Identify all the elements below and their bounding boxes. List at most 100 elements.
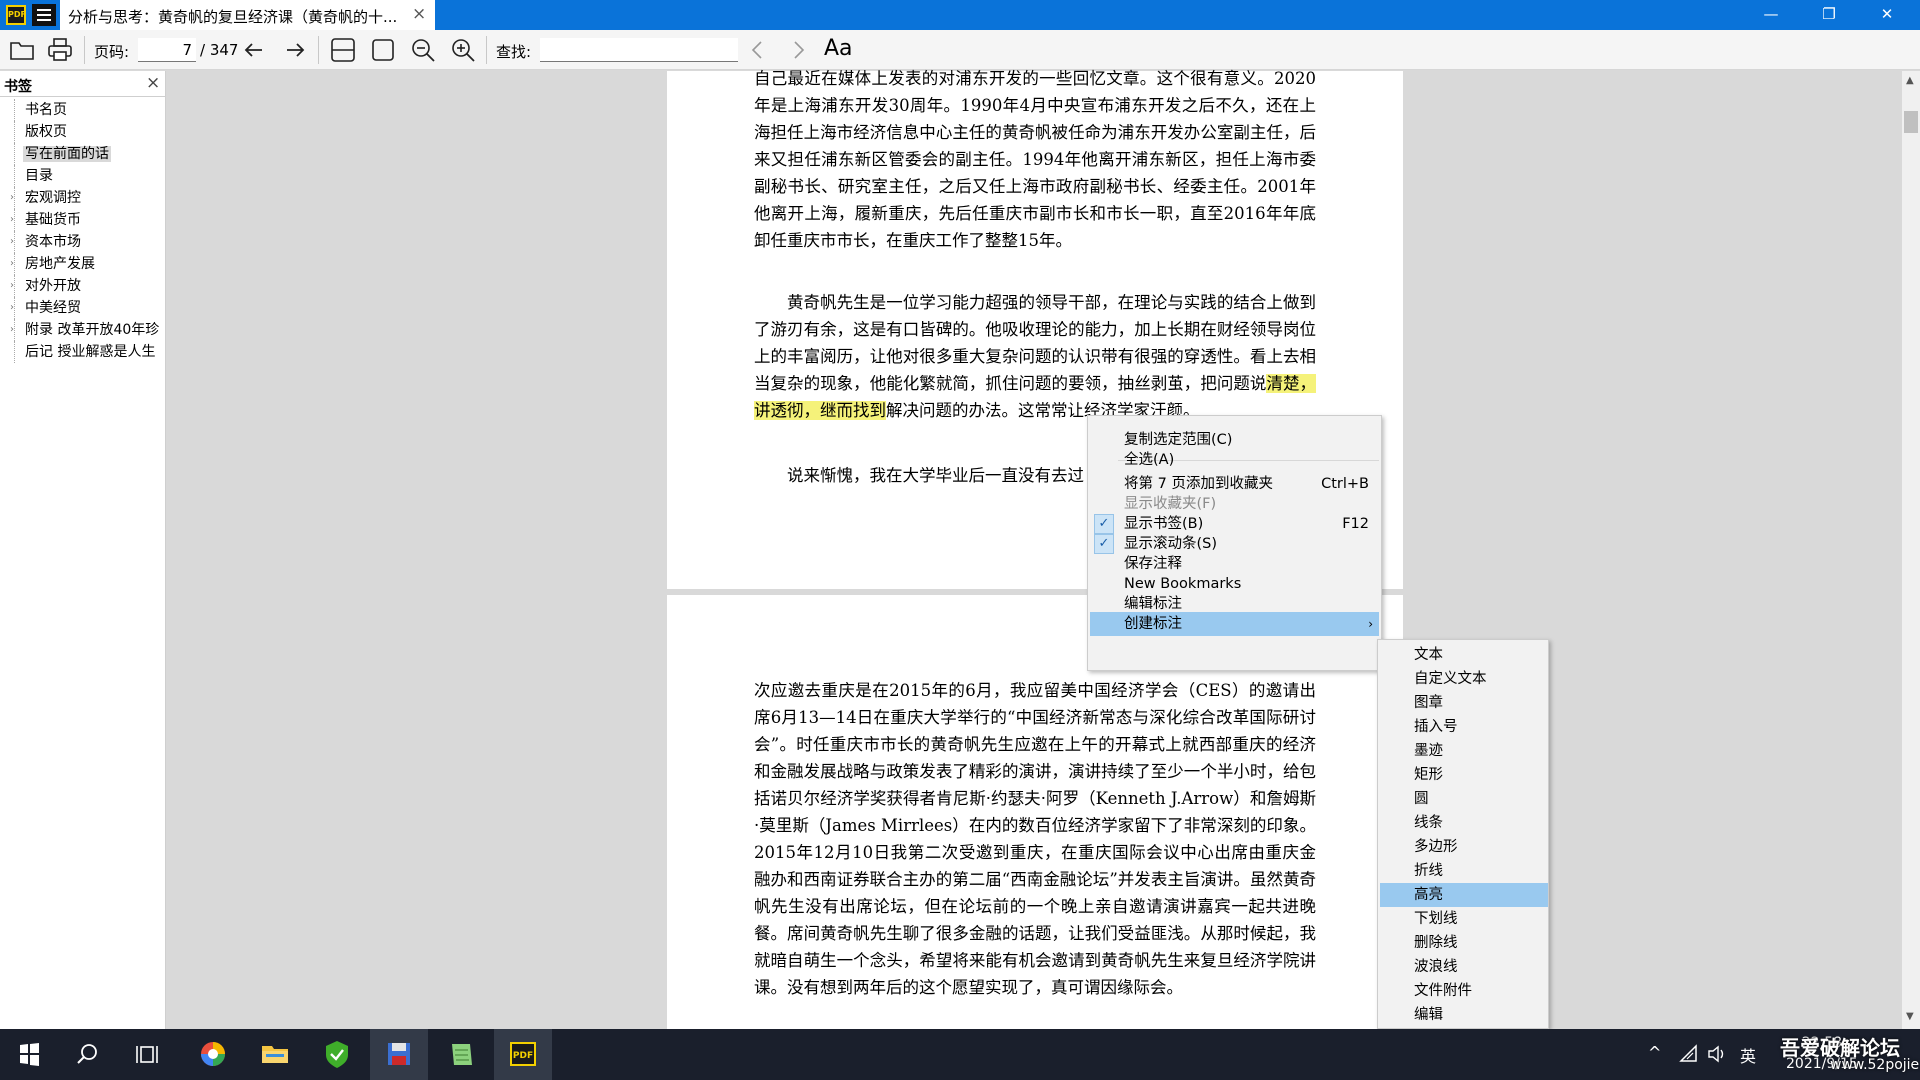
annotation-type-item[interactable]: 高亮 [1380, 883, 1548, 907]
volume-icon[interactable] [1706, 1043, 1728, 1065]
bookmark-item[interactable]: 后记 授业解惑是人生 [0, 341, 166, 363]
start-windows-icon[interactable] [0, 1029, 58, 1080]
bookmark-item[interactable]: 版权页 [0, 121, 166, 143]
expand-chevron-icon[interactable]: › [10, 253, 14, 275]
open-folder-icon[interactable] [8, 36, 36, 64]
menu-item-label: 显示滚动条(S) [1124, 536, 1218, 552]
browser-icon[interactable] [184, 1029, 242, 1080]
tab-title: 分析与思考：黄奇帆的复旦经济课（黄奇帆的十... [68, 8, 398, 26]
expand-chevron-icon[interactable]: › [10, 231, 14, 253]
bookmark-item[interactable]: › 中美经贸 [0, 297, 166, 319]
close-button[interactable]: ✕ [1858, 0, 1916, 30]
menu-item-label: 显示收藏夹(F) [1124, 496, 1217, 512]
annotation-type-item[interactable]: 文件附件 [1380, 979, 1548, 1003]
annotation-type-item[interactable]: 墨迹 [1380, 739, 1548, 763]
bookmark-label: 宏观调控 [25, 190, 81, 206]
file-explorer-icon[interactable] [246, 1029, 304, 1080]
print-icon[interactable] [46, 36, 74, 64]
restore-button[interactable]: ❐ [1800, 0, 1858, 30]
minimize-button[interactable]: — [1742, 0, 1800, 30]
watermark-url: www.52pojie.cn [1830, 1057, 1920, 1073]
page-number-input[interactable]: 7 [138, 38, 196, 62]
tab-close-icon[interactable]: × [412, 4, 426, 24]
scroll-up-icon[interactable]: ▲ [1906, 75, 1914, 86]
menu-item-label: 全选(A) [1124, 452, 1175, 468]
bookmark-item[interactable]: 写在前面的话 [0, 143, 166, 165]
annotation-type-item[interactable]: 图章 [1380, 691, 1548, 715]
menu-item-label: 文件附件 [1414, 983, 1472, 999]
menu-item-label: New Bookmarks [1124, 576, 1242, 592]
find-prev-chevron-icon[interactable] [744, 36, 772, 64]
pdf-reader-icon[interactable]: PDF [494, 1029, 552, 1080]
fit-page-icon[interactable] [369, 36, 397, 64]
title-bar: PDF 分析与思考：黄奇帆的复旦经济课（黄奇帆的十... × — ❐ ✕ [0, 0, 1920, 30]
tray-chevron-up-icon[interactable]: ^ [1648, 1043, 1661, 1062]
menu-item-label: 文本 [1414, 647, 1443, 663]
zoom-in-icon[interactable] [449, 36, 477, 64]
prev-page-arrow-icon[interactable] [240, 36, 268, 64]
bookmark-item[interactable]: › 附录 改革开放40年珍 [0, 319, 166, 341]
page-paragraph: 黄奇帆先生是一位学习能力超强的领导干部，在理论与实践的结合上做到了游刃有余，这是… [754, 293, 1317, 420]
bookmark-item[interactable]: › 基础货币 [0, 209, 166, 231]
vertical-scrollbar[interactable]: ▲ ▼ [1902, 71, 1920, 1029]
bookmark-item[interactable]: 目录 [0, 165, 166, 187]
font-settings-button[interactable]: Aa [824, 36, 853, 61]
annotation-type-item[interactable]: 自定义文本 [1380, 667, 1548, 691]
scroll-down-icon[interactable]: ▼ [1906, 1011, 1914, 1022]
notepad-icon[interactable] [432, 1029, 490, 1080]
expand-chevron-icon[interactable]: › [10, 319, 14, 341]
annotation-type-item[interactable]: 编辑 [1380, 1003, 1548, 1027]
annotation-type-item[interactable]: 矩形 [1380, 763, 1548, 787]
context-menu-item[interactable]: 创建标注 › [1090, 612, 1379, 636]
expand-chevron-icon[interactable]: › [10, 209, 14, 231]
menu-item-label: 编辑标注 [1124, 596, 1182, 612]
expand-chevron-icon[interactable]: › [10, 187, 14, 209]
bookmark-label: 中美经贸 [25, 300, 81, 316]
bookmark-item[interactable]: 书名页 [0, 99, 166, 121]
annotation-type-item[interactable]: 多边形 [1380, 835, 1548, 859]
scrollbar-thumb[interactable] [1904, 111, 1918, 133]
next-page-arrow-icon[interactable] [281, 36, 309, 64]
page-label: 页码: [94, 43, 130, 61]
tree-guide-line [14, 99, 15, 121]
zoom-out-icon[interactable] [409, 36, 437, 64]
tree-guide-line [14, 121, 15, 143]
annotation-type-item[interactable]: 文本 [1380, 643, 1548, 667]
annotation-type-item[interactable]: 波浪线 [1380, 955, 1548, 979]
context-menu-item[interactable]: 全选(A) [1090, 448, 1379, 472]
task-view-icon[interactable] [120, 1029, 178, 1080]
annotation-type-item[interactable]: 删除线 [1380, 931, 1548, 955]
annotation-type-item[interactable]: 线条 [1380, 811, 1548, 835]
annotation-type-item[interactable]: 圆 [1380, 787, 1548, 811]
annotation-type-item[interactable]: 下划线 [1380, 907, 1548, 931]
bookmark-item[interactable]: › 资本市场 [0, 231, 166, 253]
menu-item-label: 将第 7 页添加到收藏夹 [1124, 476, 1273, 492]
menu-item-label: 删除线 [1414, 935, 1458, 951]
save-disk-icon[interactable] [370, 1029, 428, 1080]
find-input[interactable] [540, 38, 738, 62]
tree-guide-line [14, 209, 15, 231]
find-next-chevron-icon[interactable] [784, 36, 812, 64]
network-icon[interactable] [1678, 1043, 1700, 1065]
expand-chevron-icon[interactable]: › [10, 275, 14, 297]
bookmark-item[interactable]: › 宏观调控 [0, 187, 166, 209]
expand-chevron-icon[interactable]: › [10, 297, 14, 319]
bookmarks-title: 书签 [4, 79, 32, 95]
input-method-indicator[interactable]: 英 [1740, 1043, 1756, 1067]
toolbar: 页码: 7 / 347 查找: Aa [0, 30, 1920, 70]
bookmark-label: 对外开放 [25, 278, 81, 294]
hamburger-menu-icon[interactable] [32, 4, 56, 26]
security-shield-icon[interactable] [308, 1029, 366, 1080]
page-paragraph: 次应邀去重庆是在2015年的6月，我应留美中国经济学会（CES）的邀请出席6月1… [754, 681, 1316, 997]
bookmark-item[interactable]: › 房地产发展 [0, 253, 166, 275]
menu-item-label: 高亮 [1414, 887, 1443, 903]
search-icon[interactable] [58, 1029, 116, 1080]
document-tab[interactable]: 分析与思考：黄奇帆的复旦经济课（黄奇帆的十... [60, 0, 435, 30]
bookmark-item[interactable]: › 对外开放 [0, 275, 166, 297]
page-paragraph: 自己最近在媒体上发表的对浦东开发的一些回忆文章。这个很有意义。2020年是上海浦… [754, 69, 1316, 250]
annotation-type-item[interactable]: 插入号 [1380, 715, 1548, 739]
bookmarks-close-icon[interactable]: × [146, 73, 160, 93]
menu-item-label: 保存注释 [1124, 556, 1182, 572]
annotation-type-item[interactable]: 折线 [1380, 859, 1548, 883]
fit-width-icon[interactable] [329, 36, 357, 64]
